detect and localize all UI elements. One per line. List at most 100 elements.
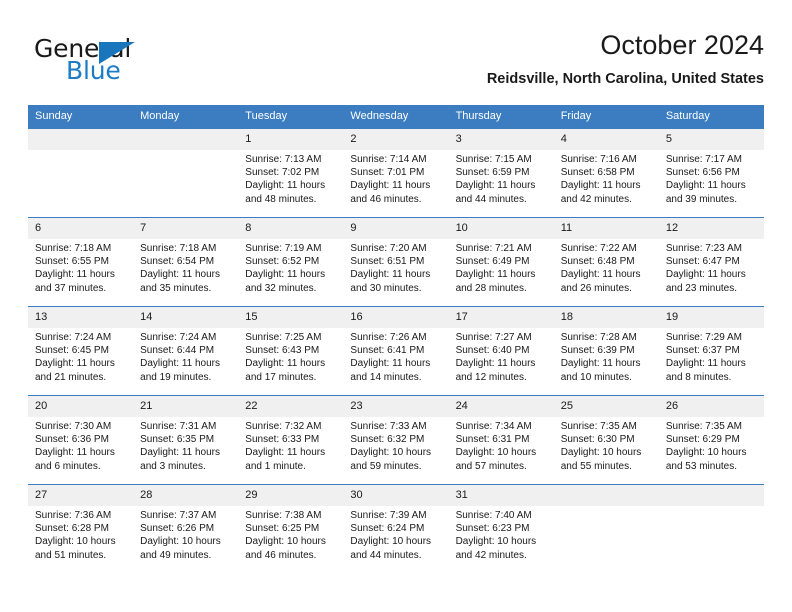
calendar-cell-day[interactable]: 27 Sunrise: 7:36 AM Sunset: 6:28 PM Dayligh… bbox=[28, 484, 134, 573]
calendar-cell-day[interactable]: 9 Sunrise: 7:20 AM Sunset: 6:51 PM Daylight… bbox=[343, 217, 449, 307]
sunset-text: Sunset: 6:45 PM bbox=[35, 345, 109, 357]
calendar-cell-day[interactable]: 22 Sunrise: 7:32 AM Sunset: 6:33 PM Dayligh… bbox=[238, 395, 344, 485]
calendar-cell-day[interactable]: 18 Sunrise: 7:28 AM Sunset: 6:39 PM Dayligh… bbox=[553, 306, 659, 396]
daylight-text: Daylight: 11 hours and 48 minutes. bbox=[245, 180, 326, 205]
daylight-text: Daylight: 11 hours and 35 minutes. bbox=[140, 269, 220, 294]
day-sun-info: Sunrise: 7:14 AM Sunset: 7:01 PM Daylight:… bbox=[343, 150, 448, 206]
day-number: 7 bbox=[133, 218, 239, 239]
day-number: 8 bbox=[238, 218, 344, 239]
sunset-text: Sunset: 6:58 PM bbox=[560, 167, 635, 179]
calendar-cell-day[interactable]: 12 Sunrise: 7:23 AM Sunset: 6:47 PM Dayligh… bbox=[658, 217, 764, 307]
sunset-text: Sunset: 6:48 PM bbox=[560, 256, 635, 268]
day-sun-info: Sunrise: 7:19 AM Sunset: 6:52 PM Daylight:… bbox=[238, 239, 343, 295]
sunrise-text: Sunrise: 7:15 AM bbox=[455, 154, 532, 165]
brand-logo[interactable]: General Blue bbox=[34, 34, 264, 90]
day-number: 28 bbox=[133, 485, 239, 506]
page-header: General Blue October 2024 Reidsville, No… bbox=[28, 28, 764, 98]
calendar-cell-day[interactable]: 25 Sunrise: 7:35 AM Sunset: 6:30 PM Dayligh… bbox=[553, 395, 659, 485]
calendar-cell-day[interactable]: 26 Sunrise: 7:35 AM Sunset: 6:29 PM Dayligh… bbox=[658, 395, 764, 485]
weekday-header-monday: Monday bbox=[133, 105, 239, 129]
calendar-cell-day[interactable]: 10 Sunrise: 7:21 AM Sunset: 6:49 PM Dayligh… bbox=[448, 217, 554, 307]
sunrise-text: Sunrise: 7:24 AM bbox=[35, 332, 112, 343]
calendar-cell-day[interactable]: 20 Sunrise: 7:30 AM Sunset: 6:36 PM Dayligh… bbox=[28, 395, 134, 485]
day-number: 29 bbox=[238, 485, 344, 506]
day-number: 15 bbox=[238, 307, 344, 328]
calendar-cell-day[interactable]: 3 Sunrise: 7:15 AM Sunset: 6:59 PM Daylight… bbox=[448, 128, 554, 218]
page-subtitle: Reidsville, North Carolina, United State… bbox=[486, 71, 764, 87]
sunrise-text: Sunrise: 7:25 AM bbox=[245, 332, 322, 343]
calendar-cell-day[interactable]: 30 Sunrise: 7:39 AM Sunset: 6:24 PM Dayligh… bbox=[343, 484, 449, 573]
calendar-cell-day[interactable]: 29 Sunrise: 7:38 AM Sunset: 6:25 PM Dayligh… bbox=[238, 484, 344, 573]
sunrise-text: Sunrise: 7:29 AM bbox=[665, 332, 742, 343]
sunrise-text: Sunrise: 7:22 AM bbox=[560, 243, 637, 254]
sunset-text: Sunset: 6:25 PM bbox=[245, 523, 320, 535]
day-number: 30 bbox=[343, 485, 449, 506]
daylight-text: Daylight: 10 hours and 57 minutes. bbox=[455, 447, 537, 472]
day-number bbox=[553, 485, 659, 506]
day-number bbox=[658, 485, 764, 506]
day-sun-info: Sunrise: 7:26 AM Sunset: 6:41 PM Daylight:… bbox=[343, 328, 448, 384]
weekday-header-friday: Friday bbox=[553, 105, 659, 129]
calendar-cell-day[interactable]: 21 Sunrise: 7:31 AM Sunset: 6:35 PM Dayligh… bbox=[133, 395, 239, 485]
day-sun-info: Sunrise: 7:24 AM Sunset: 6:44 PM Daylight:… bbox=[133, 328, 238, 384]
sunrise-text: Sunrise: 7:34 AM bbox=[455, 421, 532, 432]
calendar-cell-day[interactable]: 24 Sunrise: 7:34 AM Sunset: 6:31 PM Dayligh… bbox=[448, 395, 554, 485]
sunrise-text: Sunrise: 7:31 AM bbox=[140, 421, 217, 432]
calendar-cell-day[interactable]: 5 Sunrise: 7:17 AM Sunset: 6:56 PM Daylight… bbox=[658, 128, 764, 218]
calendar-cell-day[interactable]: 8 Sunrise: 7:19 AM Sunset: 6:52 PM Daylight… bbox=[238, 217, 344, 307]
day-sun-info: Sunrise: 7:21 AM Sunset: 6:49 PM Daylight:… bbox=[449, 239, 554, 295]
day-number: 19 bbox=[658, 307, 764, 328]
calendar-cell-day[interactable]: 16 Sunrise: 7:26 AM Sunset: 6:41 PM Dayligh… bbox=[343, 306, 449, 396]
day-number: 21 bbox=[133, 396, 239, 417]
day-sun-info: Sunrise: 7:31 AM Sunset: 6:35 PM Daylight:… bbox=[133, 417, 238, 473]
sunset-text: Sunset: 6:33 PM bbox=[245, 434, 320, 446]
weekday-header-wednesday: Wednesday bbox=[343, 105, 449, 129]
sunset-text: Sunset: 6:40 PM bbox=[455, 345, 530, 357]
day-number: 22 bbox=[238, 396, 344, 417]
sunrise-text: Sunrise: 7:23 AM bbox=[665, 243, 742, 254]
calendar-cell-day[interactable]: 14 Sunrise: 7:24 AM Sunset: 6:44 PM Dayligh… bbox=[133, 306, 239, 396]
day-number: 23 bbox=[343, 396, 449, 417]
calendar-cell-day[interactable]: 4 Sunrise: 7:16 AM Sunset: 6:58 PM Daylight… bbox=[553, 128, 659, 218]
calendar-cell-day[interactable]: 6 Sunrise: 7:18 AM Sunset: 6:55 PM Daylight… bbox=[28, 217, 134, 307]
daylight-text: Daylight: 11 hours and 19 minutes. bbox=[140, 358, 220, 383]
sunrise-text: Sunrise: 7:24 AM bbox=[140, 332, 217, 343]
day-sun-info: Sunrise: 7:37 AM Sunset: 6:26 PM Daylight:… bbox=[133, 506, 238, 562]
calendar-cell-day[interactable]: 28 Sunrise: 7:37 AM Sunset: 6:26 PM Dayligh… bbox=[133, 484, 239, 573]
daylight-text: Daylight: 11 hours and 46 minutes. bbox=[350, 180, 431, 205]
sunrise-text: Sunrise: 7:28 AM bbox=[560, 332, 637, 343]
day-number: 16 bbox=[343, 307, 449, 328]
day-number: 4 bbox=[553, 129, 659, 150]
day-number: 6 bbox=[28, 218, 134, 239]
calendar-page: General Blue October 2024 Reidsville, No… bbox=[0, 0, 792, 612]
day-sun-info: Sunrise: 7:35 AM Sunset: 6:29 PM Daylight:… bbox=[659, 417, 764, 473]
calendar-cell-day[interactable]: 19 Sunrise: 7:29 AM Sunset: 6:37 PM Dayligh… bbox=[658, 306, 764, 396]
calendar-cell-day[interactable]: 17 Sunrise: 7:27 AM Sunset: 6:40 PM Dayligh… bbox=[448, 306, 554, 396]
day-sun-info: Sunrise: 7:29 AM Sunset: 6:37 PM Daylight:… bbox=[659, 328, 764, 384]
calendar-cell-day[interactable]: 11 Sunrise: 7:22 AM Sunset: 6:48 PM Dayligh… bbox=[553, 217, 659, 307]
day-number: 20 bbox=[28, 396, 134, 417]
calendar-cell-day[interactable]: 2 Sunrise: 7:14 AM Sunset: 7:01 PM Daylight… bbox=[343, 128, 449, 218]
calendar-cell-day[interactable]: 1 Sunrise: 7:13 AM Sunset: 7:02 PM Daylight… bbox=[238, 128, 344, 218]
daylight-text: Daylight: 11 hours and 10 minutes. bbox=[560, 358, 641, 383]
weekday-header-thursday: Thursday bbox=[448, 105, 554, 129]
day-sun-info: Sunrise: 7:32 AM Sunset: 6:33 PM Daylight:… bbox=[238, 417, 343, 473]
calendar-cell-day[interactable]: 23 Sunrise: 7:33 AM Sunset: 6:32 PM Dayligh… bbox=[343, 395, 449, 485]
day-sun-info: Sunrise: 7:22 AM Sunset: 6:48 PM Daylight:… bbox=[554, 239, 659, 295]
calendar-cell-day[interactable]: 7 Sunrise: 7:18 AM Sunset: 6:54 PM Daylight… bbox=[133, 217, 239, 307]
calendar-cell-day[interactable]: 15 Sunrise: 7:25 AM Sunset: 6:43 PM Dayligh… bbox=[238, 306, 344, 396]
sunrise-text: Sunrise: 7:21 AM bbox=[455, 243, 532, 254]
sunrise-text: Sunrise: 7:18 AM bbox=[140, 243, 217, 254]
daylight-text: Daylight: 11 hours and 44 minutes. bbox=[455, 180, 536, 205]
daylight-text: Daylight: 11 hours and 32 minutes. bbox=[245, 269, 326, 294]
calendar-cell-day[interactable]: 13 Sunrise: 7:24 AM Sunset: 6:45 PM Dayligh… bbox=[28, 306, 134, 396]
daylight-text: Daylight: 10 hours and 46 minutes. bbox=[245, 536, 326, 561]
sunrise-text: Sunrise: 7:32 AM bbox=[245, 421, 322, 432]
calendar-cell-day[interactable]: 31 Sunrise: 7:40 AM Sunset: 6:23 PM Dayligh… bbox=[448, 484, 554, 573]
day-sun-info: Sunrise: 7:24 AM Sunset: 6:45 PM Daylight:… bbox=[28, 328, 133, 384]
day-number: 13 bbox=[28, 307, 134, 328]
calendar-week-row: 13 Sunrise: 7:24 AM Sunset: 6:45 PM Dayligh… bbox=[28, 306, 764, 396]
sunset-text: Sunset: 6:24 PM bbox=[350, 523, 425, 535]
day-sun-info: Sunrise: 7:16 AM Sunset: 6:58 PM Daylight:… bbox=[554, 150, 659, 206]
day-sun-info: Sunrise: 7:38 AM Sunset: 6:25 PM Daylight:… bbox=[238, 506, 343, 562]
